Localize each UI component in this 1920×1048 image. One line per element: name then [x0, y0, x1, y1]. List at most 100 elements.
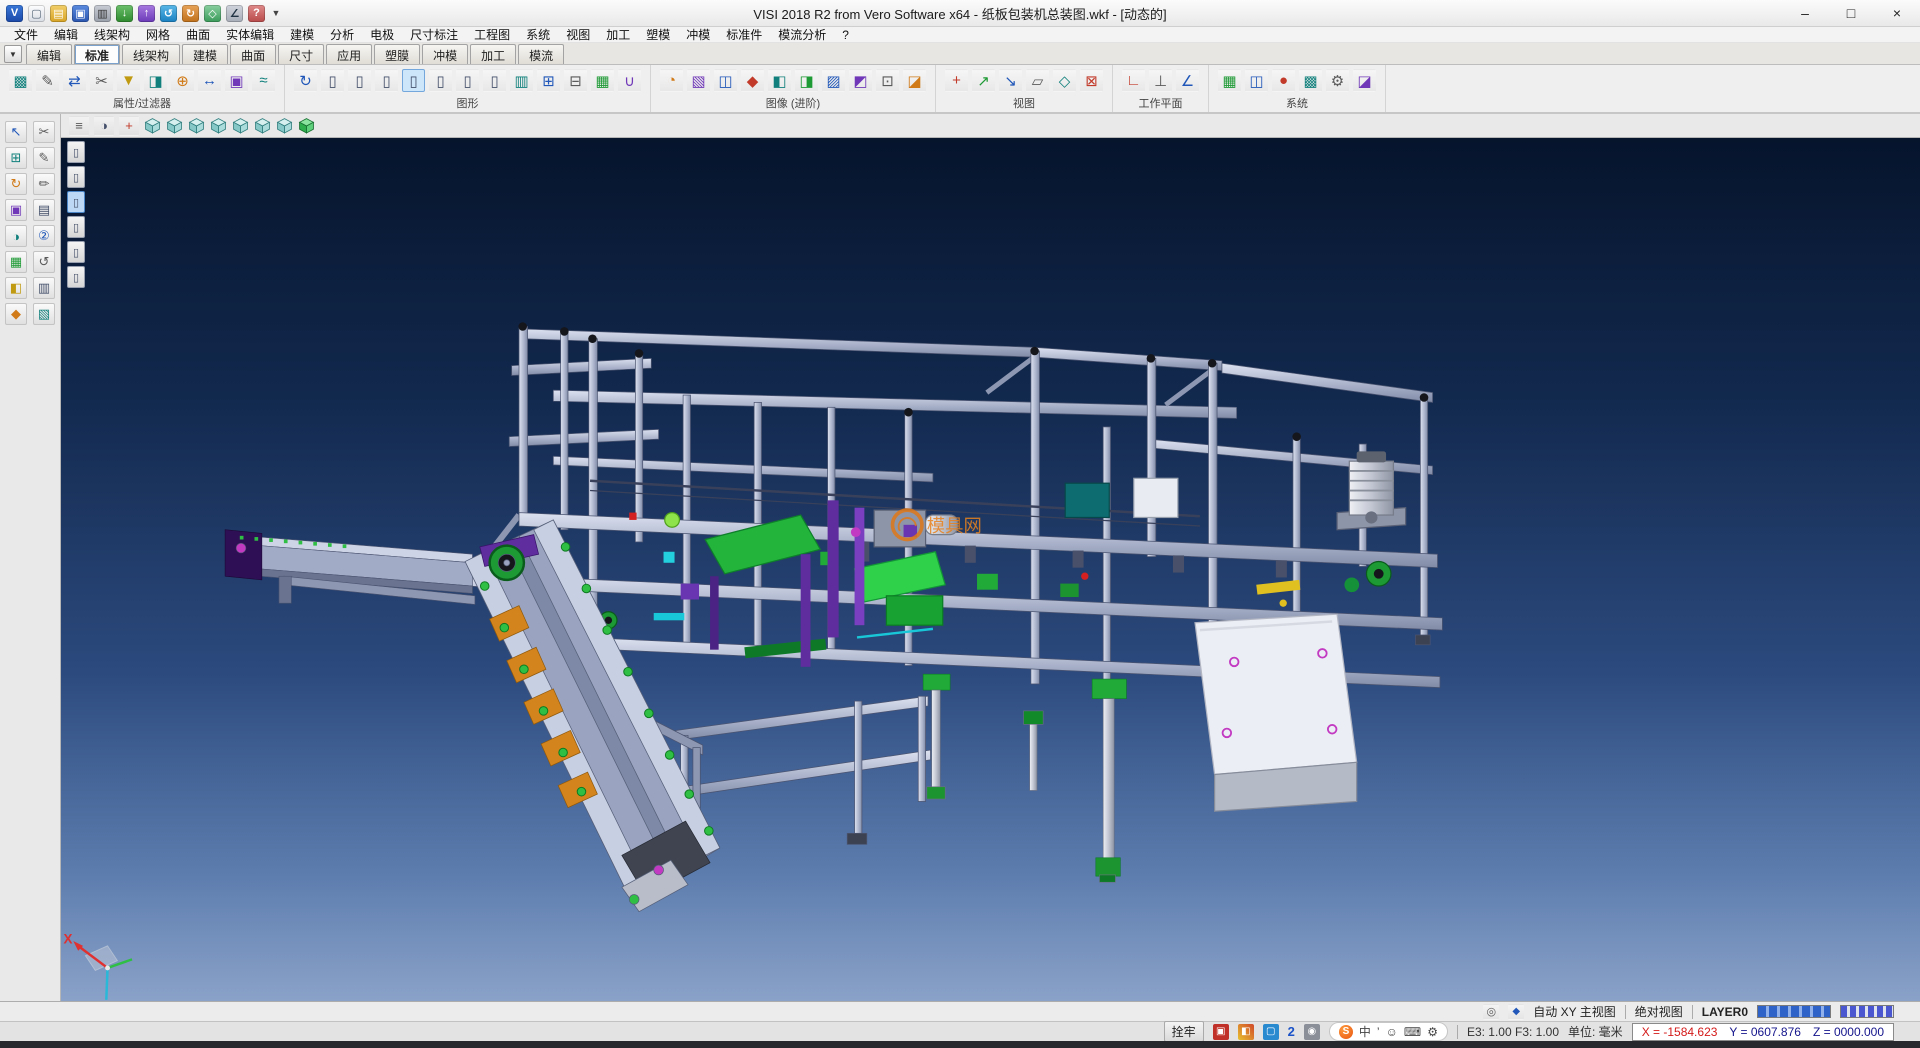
tab-surface[interactable]: 曲面: [230, 44, 276, 64]
layer-filter-icon[interactable]: [225, 69, 248, 92]
clipboard-slot-5[interactable]: [67, 241, 85, 263]
zoom-in-icon[interactable]: [972, 69, 995, 92]
zoom-out-icon[interactable]: [999, 69, 1022, 92]
shade-box-icon[interactable]: [5, 199, 27, 221]
import-icon[interactable]: [116, 5, 133, 22]
show-all-icon[interactable]: [591, 69, 614, 92]
menu-item-solid-edit[interactable]: 实体编辑: [218, 26, 282, 43]
split-view-icon[interactable]: [5, 277, 27, 299]
maximize-button[interactable]: [1828, 0, 1874, 26]
pan-icon[interactable]: [1026, 69, 1049, 92]
display-mode-icon[interactable]: [94, 116, 114, 136]
view-cube-icon[interactable]: [204, 5, 221, 22]
qat-dropdown-icon[interactable]: [270, 5, 282, 22]
absolute-view-label[interactable]: 绝对视图: [1635, 1003, 1683, 1020]
close-button[interactable]: [1874, 0, 1920, 26]
new-file-icon[interactable]: [28, 5, 45, 22]
mask-icon[interactable]: [144, 69, 167, 92]
highlight-icon[interactable]: [741, 69, 764, 92]
tab-modeling[interactable]: 建模: [182, 44, 228, 64]
menu-item-surface[interactable]: 曲面: [178, 26, 218, 43]
sogou-logo-icon[interactable]: S: [1339, 1025, 1353, 1039]
menu-item-modeling[interactable]: 建模: [282, 26, 322, 43]
lighting-icon[interactable]: [822, 69, 845, 92]
export-icon[interactable]: [138, 5, 155, 22]
bottom-view-icon[interactable]: [254, 117, 271, 134]
settings-gear-icon[interactable]: [1326, 69, 1349, 92]
menu-item-mold[interactable]: 塑模: [638, 26, 678, 43]
section-view-icon[interactable]: [714, 69, 737, 92]
tab-wireframe[interactable]: 线架构: [122, 44, 180, 64]
refresh-view-icon[interactable]: [294, 69, 317, 92]
menu-item-view[interactable]: 视图: [558, 26, 598, 43]
menu-item-dimension[interactable]: 尺寸标注: [402, 26, 466, 43]
view-info-icon[interactable]: [1483, 1004, 1499, 1020]
system-grid-icon[interactable]: [1218, 69, 1241, 92]
arcs-filter-icon[interactable]: [375, 69, 398, 92]
menu-item-system[interactable]: 系统: [518, 26, 558, 43]
axis-toggle-icon[interactable]: [119, 116, 139, 136]
previous-view-icon[interactable]: [1080, 69, 1103, 92]
open-file-icon[interactable]: [50, 5, 67, 22]
ime-emoji-icon[interactable]: [1386, 1025, 1398, 1039]
monitor-icon[interactable]: [1245, 69, 1268, 92]
line-style-bar[interactable]: [1840, 1005, 1894, 1018]
hatch-icon[interactable]: [33, 303, 55, 325]
menu-item-electrode[interactable]: 电极: [362, 26, 402, 43]
menu-item-file[interactable]: 文件: [6, 26, 46, 43]
annotate-icon[interactable]: [33, 173, 55, 195]
shadow-icon[interactable]: [768, 69, 791, 92]
grid-toggle-icon[interactable]: [537, 69, 560, 92]
transparency-icon[interactable]: [849, 69, 872, 92]
tab-dimension[interactable]: 尺寸: [278, 44, 324, 64]
mesh-grid-icon[interactable]: [5, 251, 27, 273]
tab-progress-die[interactable]: 冲模: [422, 44, 468, 64]
tab-application[interactable]: 应用: [326, 44, 372, 64]
zoom-fit-icon[interactable]: [945, 69, 968, 92]
attribute-brush-icon[interactable]: [9, 69, 32, 92]
shade-mode-icon[interactable]: [510, 69, 533, 92]
list-icon[interactable]: [33, 199, 55, 221]
lock-toggle[interactable]: 拴牢: [1164, 1021, 1204, 1042]
options-grid-icon[interactable]: [1299, 69, 1322, 92]
front-view-icon[interactable]: [188, 117, 205, 134]
menu-item-mesh[interactable]: 网格: [138, 26, 178, 43]
back-view-icon[interactable]: [232, 117, 249, 134]
tab-dropdown-icon[interactable]: [4, 45, 22, 63]
sketch-icon[interactable]: [33, 147, 55, 169]
menu-item-edit[interactable]: 编辑: [46, 26, 86, 43]
trim-cut-icon[interactable]: [33, 121, 55, 143]
menu-item-standard-parts[interactable]: 标准件: [718, 26, 770, 43]
shaded-view-icon[interactable]: [298, 117, 315, 134]
pin-view-icon[interactable]: [1508, 1004, 1524, 1020]
viewport-3d[interactable]: 模具网 X: [61, 138, 1920, 1001]
save-icon[interactable]: [72, 5, 89, 22]
tab-mold[interactable]: 塑膜: [374, 44, 420, 64]
clipboard-slot-4[interactable]: [67, 216, 85, 238]
ime-punct-icon[interactable]: [1377, 1025, 1380, 1039]
clipboard-slot-2[interactable]: [67, 166, 85, 188]
palette-icon[interactable]: [1238, 1024, 1254, 1040]
snap-grid-icon[interactable]: [5, 147, 27, 169]
axon-view-icon[interactable]: [276, 117, 293, 134]
surface-analysis-icon[interactable]: [1353, 69, 1376, 92]
menu-item-wireframe[interactable]: 线架构: [86, 26, 138, 43]
curves-filter-icon[interactable]: [402, 69, 425, 92]
ime-settings-icon[interactable]: [1427, 1025, 1438, 1039]
tab-standard[interactable]: 标准: [74, 44, 120, 64]
snap-point-icon[interactable]: [1272, 69, 1295, 92]
solids-filter-icon[interactable]: [456, 69, 479, 92]
filter-icon[interactable]: [117, 69, 140, 92]
surfaces-filter-icon[interactable]: [429, 69, 452, 92]
measure-icon[interactable]: [226, 5, 243, 22]
lines-filter-icon[interactable]: [348, 69, 371, 92]
undo-icon[interactable]: [160, 5, 177, 22]
clipboard-slot-1[interactable]: [67, 141, 85, 163]
iso-view-icon[interactable]: [144, 117, 161, 134]
ime-lang-toggle[interactable]: 中: [1359, 1023, 1371, 1040]
menu-item-analysis[interactable]: 分析: [322, 26, 362, 43]
ime-keyboard-icon[interactable]: [1404, 1025, 1421, 1039]
table-icon[interactable]: [33, 277, 55, 299]
workplane-align-icon[interactable]: [1149, 69, 1172, 92]
print-icon[interactable]: [94, 5, 111, 22]
